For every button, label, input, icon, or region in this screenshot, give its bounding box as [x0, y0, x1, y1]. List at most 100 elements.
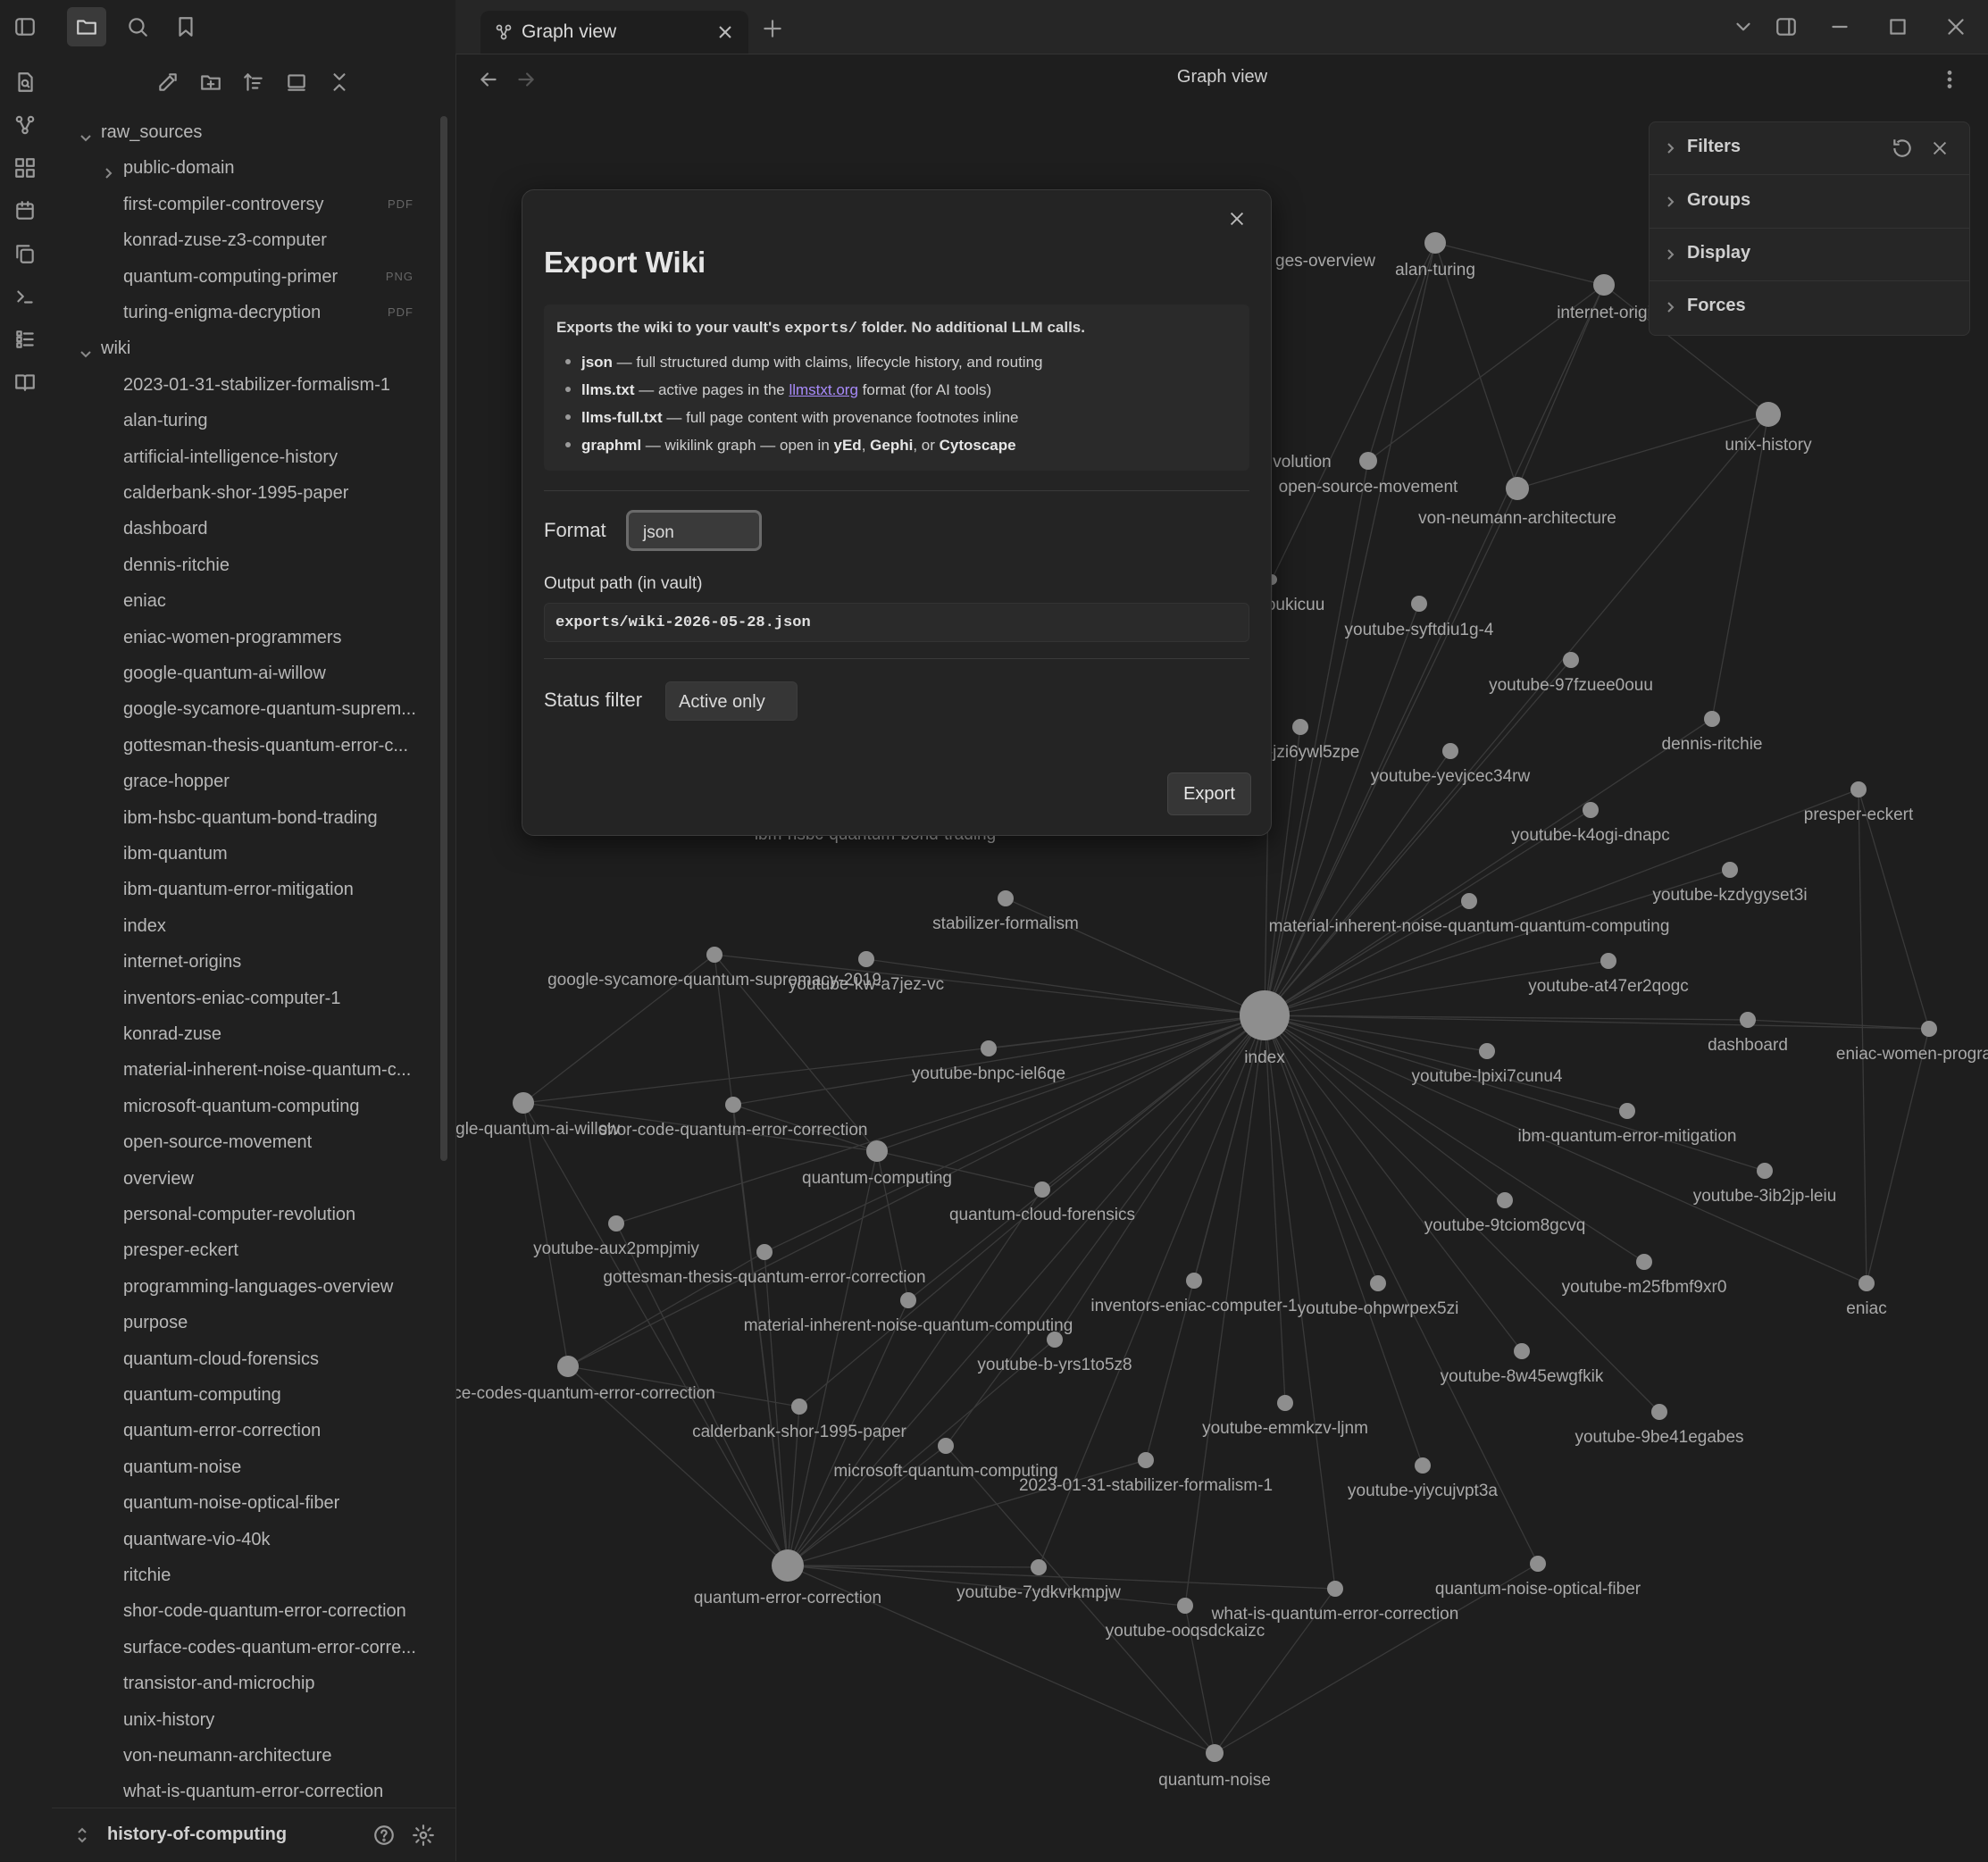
file-item[interactable]: shor-code-quantum-error-correction [52, 1595, 413, 1627]
file-item[interactable]: artificial-intelligence-history [52, 441, 413, 473]
graph-node-8w45[interactable] [1514, 1343, 1530, 1359]
file-item[interactable]: eniac-women-programmers [52, 622, 413, 654]
format-select[interactable]: json [626, 510, 762, 551]
graph-icon[interactable] [5, 105, 45, 145]
graph-node-index[interactable] [1240, 990, 1290, 1040]
graph-node-yevj[interactable] [1442, 743, 1458, 759]
graph-node-aux2[interactable] [608, 1215, 624, 1232]
graph-node-syftdiu[interactable] [1411, 596, 1427, 612]
graph-node-inv[interactable] [1186, 1273, 1202, 1289]
file-item[interactable]: ibm-hsbc-quantum-bond-trading [52, 802, 413, 834]
file-item[interactable]: 2023-01-31-stabilizer-formalism-1 [52, 369, 413, 401]
graph-node-kzdy[interactable] [1722, 862, 1738, 878]
folder-icon[interactable] [67, 7, 106, 46]
search-icon[interactable] [118, 7, 157, 46]
bookmark-icon[interactable] [166, 7, 205, 46]
sidebar-scrollbar[interactable] [440, 116, 447, 1161]
tab-graph-view[interactable]: Graph view [480, 11, 748, 54]
file-item[interactable]: gottesman-thesis-quantum-error-c... [52, 730, 413, 762]
graph-node-kwa7[interactable] [858, 951, 874, 967]
chevron-down-icon[interactable] [1724, 7, 1763, 46]
graph-node-cald[interactable] [791, 1399, 807, 1415]
terminal-icon[interactable] [5, 277, 45, 316]
close-panel-icon[interactable] [1930, 138, 1950, 158]
graph-node-qnoise[interactable] [1206, 1744, 1224, 1762]
graph-node-9tci[interactable] [1497, 1192, 1513, 1208]
graph-node-mat2[interactable] [900, 1292, 916, 1308]
file-item[interactable]: eniac [52, 585, 413, 617]
graph-node-k4ogi[interactable] [1583, 802, 1599, 818]
graph-node-mat1[interactable] [1461, 893, 1477, 909]
graph-node-at47[interactable] [1600, 953, 1616, 969]
file-item[interactable]: calderbank-shor-1995-paper [52, 477, 413, 509]
file-item[interactable]: quantum-noise [52, 1451, 413, 1483]
file-item[interactable]: dashboard [52, 513, 413, 545]
file-item[interactable]: quantum-noise-optical-fiber [52, 1487, 413, 1519]
file-item[interactable]: surface-codes-quantum-error-corre... [52, 1632, 416, 1664]
graph-node-gott[interactable] [756, 1244, 773, 1260]
auto-reveal-icon[interactable] [277, 63, 316, 102]
right-sidebar-toggle-icon[interactable] [1767, 7, 1806, 46]
new-tab-icon[interactable] [753, 9, 792, 48]
graph-node-3ib2[interactable] [1757, 1163, 1773, 1179]
file-item[interactable]: microsoft-quantum-computing [52, 1090, 413, 1123]
file-item[interactable]: google-quantum-ai-willow [52, 657, 413, 689]
vault-switcher[interactable]: history-of-computing [52, 1808, 455, 1862]
graph-node-internet[interactable] [1593, 274, 1615, 296]
minimize-icon[interactable] [1820, 7, 1859, 46]
graph-node-wiqec[interactable] [1327, 1581, 1343, 1597]
file-item[interactable]: konrad-zuse-z3-computer [52, 224, 413, 256]
sort-icon[interactable] [234, 63, 273, 102]
graph-node-osm[interactable] [1359, 452, 1377, 470]
file-item[interactable]: quantum-computing [52, 1379, 413, 1411]
file-item[interactable]: dennis-ritchie [52, 549, 413, 581]
file-item[interactable]: grace-hopper [52, 765, 413, 797]
copy-icon[interactable] [5, 234, 45, 273]
graph-node-surf[interactable] [557, 1356, 579, 1377]
book-icon[interactable] [5, 363, 45, 402]
file-item[interactable]: konrad-zuse [52, 1018, 413, 1050]
status-filter-select[interactable]: Active only [665, 681, 798, 721]
maximize-icon[interactable] [1878, 7, 1917, 46]
llmstxt-link[interactable]: llmstxt.org [789, 381, 857, 398]
graph-node-sycamore[interactable] [706, 947, 723, 963]
graph-node-qcf[interactable] [1034, 1181, 1050, 1198]
folder-item[interactable]: wiki [52, 332, 413, 364]
file-item[interactable]: alan-turing [52, 405, 413, 437]
graph-node-yiyc[interactable] [1415, 1457, 1431, 1474]
graph-node-stab[interactable] [998, 890, 1014, 906]
file-item[interactable]: google-sycamore-quantum-suprem... [52, 693, 416, 725]
graph-node-bnpc[interactable] [981, 1040, 997, 1056]
graph-node-ewomen[interactable] [1921, 1021, 1937, 1037]
search-file-icon[interactable] [5, 63, 45, 102]
new-folder-icon[interactable] [191, 63, 230, 102]
display-section[interactable]: Display [1650, 229, 1969, 281]
folder-item[interactable]: raw_sources [52, 116, 413, 148]
graph-node-presper[interactable] [1850, 781, 1867, 797]
output-path-input[interactable]: exports/wiki-2026-05-28.json [544, 603, 1249, 642]
export-button[interactable]: Export [1167, 772, 1251, 815]
file-item[interactable]: von-neumann-architecture [52, 1740, 413, 1772]
file-item[interactable]: inventors-eniac-computer-1 [52, 982, 413, 1014]
graph-node-qec[interactable] [772, 1549, 804, 1582]
graph-node-msq[interactable] [938, 1438, 954, 1454]
graph-node-ohpw[interactable] [1370, 1275, 1386, 1291]
graph-node-ooqs[interactable] [1177, 1598, 1193, 1614]
file-item[interactable]: ibm-quantum [52, 838, 413, 870]
close-icon[interactable] [1221, 203, 1253, 235]
file-item[interactable]: material-inherent-noise-quantum-c... [52, 1054, 413, 1086]
settings-gear-icon[interactable] [404, 1816, 443, 1855]
file-item[interactable]: programming-languages-overview [52, 1271, 413, 1303]
graph-node-stab2023[interactable] [1138, 1452, 1154, 1468]
file-item[interactable]: personal-computer-revolution [52, 1198, 413, 1231]
graph-node-qc[interactable] [866, 1140, 888, 1162]
graph-node-m25f[interactable] [1636, 1254, 1652, 1270]
graph-node-unix[interactable] [1756, 402, 1781, 427]
graph-node-emmk[interactable] [1277, 1395, 1293, 1411]
file-item[interactable]: ritchie [52, 1559, 413, 1591]
file-item[interactable]: index [52, 910, 413, 942]
filters-section[interactable]: Filters [1650, 122, 1969, 175]
graph-node-9be4[interactable] [1651, 1404, 1667, 1420]
graph-node-eniac[interactable] [1859, 1275, 1875, 1291]
reset-icon[interactable] [1891, 137, 1914, 160]
